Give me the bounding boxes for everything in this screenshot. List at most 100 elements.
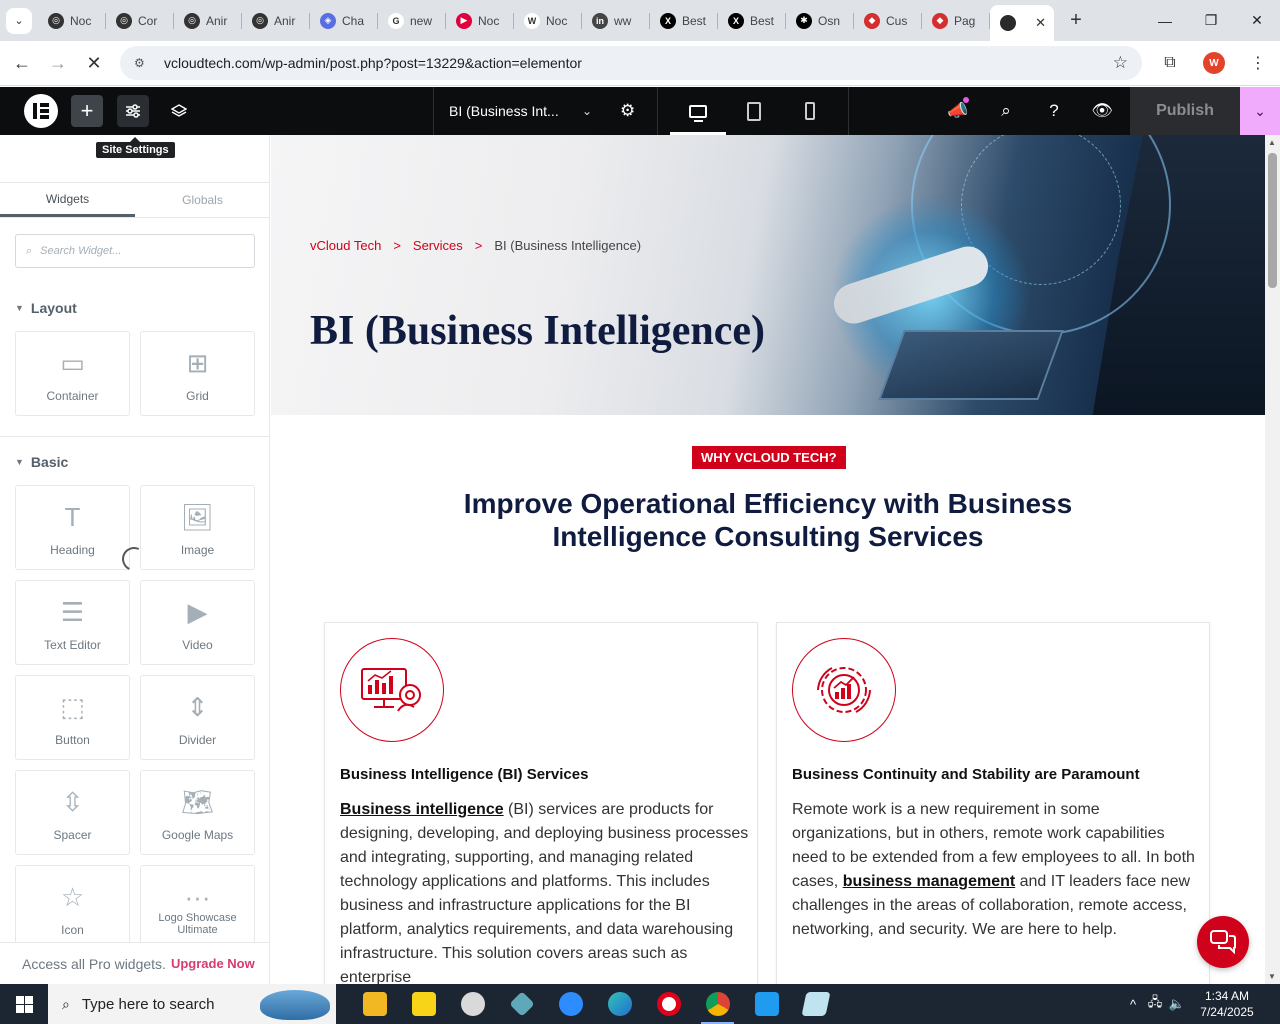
browser-tab[interactable]: ◎ Anir bbox=[242, 0, 310, 41]
bookmark-star-icon[interactable]: ☆ bbox=[1113, 53, 1128, 73]
browser-tab[interactable]: W Noc bbox=[514, 0, 582, 41]
extensions-icon[interactable]: ⧉ bbox=[1148, 54, 1192, 72]
taskbar-clock[interactable]: 1:34 AM 7/24/2025 bbox=[1188, 988, 1266, 1020]
app-launcher[interactable] bbox=[497, 984, 546, 1024]
browser-tab[interactable]: ◆ Pag bbox=[922, 0, 990, 41]
widget-grid[interactable]: ⊞ Grid bbox=[140, 331, 255, 416]
zoom-app[interactable] bbox=[546, 984, 595, 1024]
browser-tab[interactable]: ▶ Noc bbox=[446, 0, 514, 41]
search-widget-input[interactable]: ⌕ Search Widget... bbox=[15, 234, 255, 268]
tablet-view-button[interactable] bbox=[726, 87, 782, 135]
minimize-icon[interactable]: — bbox=[1142, 0, 1188, 41]
scroll-down-arrow-icon[interactable]: ▼ bbox=[1268, 972, 1276, 981]
section-heading[interactable]: Improve Operational Efficiency with Busi… bbox=[421, 487, 1115, 553]
tab-title: Noc bbox=[70, 13, 92, 28]
browser-tab[interactable]: ✱ Osn bbox=[786, 0, 854, 41]
notepad-app[interactable] bbox=[791, 984, 840, 1024]
chrome-app[interactable] bbox=[693, 984, 742, 1024]
restore-icon[interactable]: ❐ bbox=[1188, 0, 1234, 41]
structure-layers-button[interactable] bbox=[163, 95, 195, 127]
browser-tab[interactable]: ◎ Noc bbox=[38, 0, 106, 41]
opera-app[interactable] bbox=[644, 984, 693, 1024]
search-icon: ⌕ bbox=[26, 244, 33, 257]
mobile-view-button[interactable] bbox=[782, 87, 838, 135]
why-badge[interactable]: WHY VCLOUD TECH? bbox=[692, 446, 846, 469]
help-icon[interactable]: ? bbox=[1030, 87, 1078, 135]
widget-label: Image bbox=[180, 543, 215, 557]
site-settings-button[interactable] bbox=[117, 95, 149, 127]
document-settings-dropdown[interactable]: BI (Business Int... ⌄ ⚙ bbox=[433, 87, 657, 135]
widget-divider[interactable]: ⇕ Divider bbox=[140, 675, 255, 760]
upgrade-now-link[interactable]: Upgrade Now bbox=[171, 956, 255, 971]
breadcrumb-home-link[interactable]: vCloud Tech bbox=[310, 238, 381, 253]
start-button[interactable] bbox=[0, 984, 48, 1024]
browser-tab[interactable]: in ww bbox=[582, 0, 650, 41]
add-element-button[interactable]: + bbox=[71, 95, 103, 127]
scrollbar-thumb[interactable] bbox=[1268, 153, 1277, 288]
widget-container[interactable]: ▭ Container bbox=[15, 331, 130, 416]
document-title: BI (Business Int... bbox=[449, 103, 559, 119]
browser-tab[interactable]: ◎ Anir bbox=[174, 0, 242, 41]
breadcrumb-services-link[interactable]: Services bbox=[413, 238, 463, 253]
forward-button[interactable]: → bbox=[40, 45, 76, 81]
vscode-app[interactable] bbox=[742, 984, 791, 1024]
service-card-continuity[interactable]: Business Continuity and Stability are Pa… bbox=[776, 622, 1210, 984]
category-basic[interactable]: ▼ Basic bbox=[15, 454, 68, 470]
publish-options-chevron[interactable]: ⌄ bbox=[1240, 87, 1280, 135]
browser-tab[interactable]: X Best bbox=[718, 0, 786, 41]
hero-banner[interactable]: vCloud Tech > Services > BI (Business In… bbox=[271, 135, 1265, 415]
publish-button[interactable]: Publish bbox=[1130, 87, 1240, 135]
widget-label: Grid bbox=[186, 389, 209, 403]
widget-image[interactable]: 🖼 Image bbox=[140, 485, 255, 570]
category-layout[interactable]: ▼ Layout bbox=[15, 300, 77, 316]
browser-menu-icon[interactable]: ⋮ bbox=[1236, 53, 1280, 73]
widget-button[interactable]: ⬚ Button bbox=[15, 675, 130, 760]
business-intelligence-link[interactable]: Business intelligence bbox=[340, 801, 504, 818]
preview-scrollbar[interactable]: ▲ ▼ bbox=[1265, 135, 1280, 984]
browser-tab[interactable]: ◎ Cor bbox=[106, 0, 174, 41]
close-window-icon[interactable]: ✕ bbox=[1234, 0, 1280, 41]
file-explorer-app[interactable] bbox=[350, 984, 399, 1024]
page-title[interactable]: BI (Business Intelligence) bbox=[310, 307, 765, 355]
widget-video[interactable]: ▶ Video bbox=[140, 580, 255, 665]
taskbar-search-box[interactable]: ⌕ Type here to search bbox=[48, 984, 336, 1024]
edge-app[interactable] bbox=[595, 984, 644, 1024]
finder-search-icon[interactable]: ⌕ bbox=[982, 87, 1030, 135]
address-bar[interactable]: ⚙ vcloudtech.com/wp-admin/post.php?post=… bbox=[120, 46, 1142, 80]
new-tab-button[interactable]: + bbox=[1060, 9, 1092, 32]
widget-text-editor[interactable]: ☰ Text Editor bbox=[15, 580, 130, 665]
chat-widget-button[interactable] bbox=[1197, 916, 1249, 968]
profile-avatar[interactable]: W bbox=[1203, 52, 1225, 74]
browser-tab[interactable]: ◈ Cha bbox=[310, 0, 378, 41]
widget-spacer[interactable]: ⇳ Spacer bbox=[15, 770, 130, 855]
service-card-bi[interactable]: Business Intelligence (BI) Services Busi… bbox=[324, 622, 758, 984]
network-icon[interactable]: 🖧 bbox=[1144, 993, 1166, 1015]
browser-tab-active[interactable]: ✕ bbox=[990, 5, 1054, 41]
preview-eye-icon[interactable]: 👁 bbox=[1078, 87, 1126, 135]
volume-icon[interactable]: 🔈 bbox=[1166, 996, 1188, 1012]
stop-loading-button[interactable]: ✕ bbox=[76, 45, 112, 81]
sticky-notes-app[interactable] bbox=[399, 984, 448, 1024]
widget-star[interactable]: ☆ Icon bbox=[15, 865, 130, 950]
widget-google-maps[interactable]: 🗺 Google Maps bbox=[140, 770, 255, 855]
tab-widgets[interactable]: Widgets bbox=[0, 183, 135, 217]
elementor-logo[interactable] bbox=[24, 94, 58, 128]
business-management-link[interactable]: business management bbox=[843, 873, 1016, 890]
tab-search-button[interactable]: ⌄ bbox=[0, 0, 38, 41]
browser-tab[interactable]: ◆ Cus bbox=[854, 0, 922, 41]
back-button[interactable]: ← bbox=[4, 45, 40, 81]
tray-overflow-chevron-icon[interactable]: ^ bbox=[1122, 997, 1144, 1012]
desktop-view-button[interactable] bbox=[670, 87, 726, 135]
close-tab-icon[interactable]: ✕ bbox=[1035, 15, 1046, 31]
tab-globals[interactable]: Globals bbox=[135, 183, 269, 217]
site-info-icon[interactable]: ⚙ bbox=[134, 56, 154, 70]
url-text[interactable]: vcloudtech.com/wp-admin/post.php?post=13… bbox=[164, 55, 582, 71]
scroll-up-arrow-icon[interactable]: ▲ bbox=[1268, 138, 1276, 147]
paint-app[interactable] bbox=[448, 984, 497, 1024]
browser-tab[interactable]: Gnew bbox=[378, 0, 446, 41]
browser-tab[interactable]: X Best bbox=[650, 0, 718, 41]
whats-new-button[interactable]: 📣 bbox=[934, 87, 982, 135]
widget-heading[interactable]: T Heading bbox=[15, 485, 130, 570]
page-settings-gear-icon[interactable]: ⚙ bbox=[620, 101, 635, 121]
widget-logo-showcase[interactable]: ··· Logo Showcase Ultimate bbox=[140, 865, 255, 950]
